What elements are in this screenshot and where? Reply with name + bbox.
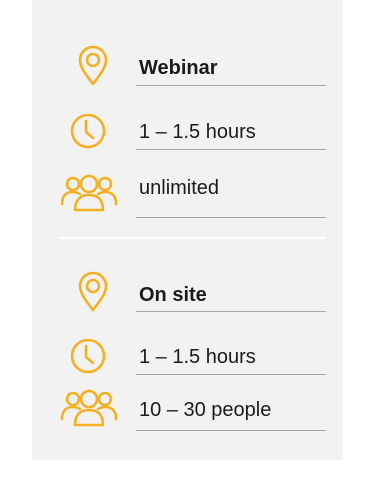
row-underline bbox=[136, 311, 326, 312]
row-underline bbox=[136, 217, 326, 218]
location-row: Webinar bbox=[32, 38, 343, 98]
location-label: On site bbox=[139, 284, 207, 306]
row-underline bbox=[136, 430, 326, 431]
duration-row: 1 – 1.5 hours bbox=[32, 325, 343, 385]
participants-row: unlimited bbox=[32, 158, 343, 218]
clock-icon bbox=[70, 338, 106, 374]
row-underline bbox=[136, 85, 326, 86]
participants-label: unlimited bbox=[139, 177, 220, 199]
location-pin-icon bbox=[78, 271, 108, 312]
participants-row: 10 – 30 people bbox=[32, 382, 343, 442]
location-label: Webinar bbox=[139, 57, 218, 79]
clock-icon bbox=[70, 113, 106, 149]
duration-row: 1 – 1.5 hours bbox=[32, 101, 343, 161]
row-underline bbox=[136, 149, 326, 150]
section-divider bbox=[60, 237, 326, 239]
row-underline bbox=[136, 374, 326, 375]
location-pin-icon bbox=[78, 45, 108, 86]
people-group-icon bbox=[59, 387, 119, 427]
location-row: On site bbox=[32, 262, 343, 322]
duration-label: 1 – 1.5 hours bbox=[139, 121, 256, 143]
event-format-card: Webinar 1 – 1.5 hours unlimited On site … bbox=[32, 0, 343, 460]
people-group-icon bbox=[59, 172, 119, 212]
duration-label: 1 – 1.5 hours bbox=[139, 346, 256, 368]
participants-label: 10 – 30 people bbox=[139, 399, 272, 421]
